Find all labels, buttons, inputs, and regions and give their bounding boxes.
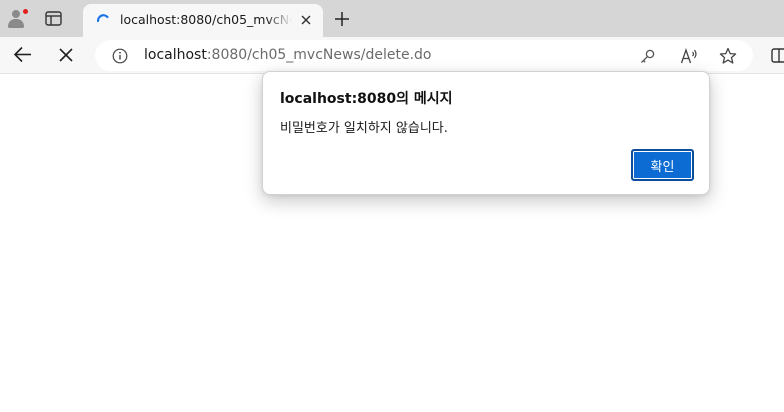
key-icon[interactable]	[639, 48, 656, 65]
new-tab-plus-icon[interactable]	[334, 11, 350, 27]
read-aloud-icon[interactable]	[680, 48, 698, 65]
profile-icon[interactable]	[5, 8, 29, 30]
dialog-title: localhost:8080의 메시지	[280, 91, 453, 107]
tab-strip: localhost:8080/ch05_mvcNews/delete.do	[0, 0, 784, 37]
tab-title: localhost:8080/ch05_mvcNews/delete.do	[120, 12, 292, 27]
close-tab-icon[interactable]	[299, 13, 313, 27]
address-bar[interactable]: localhost:8080/ch05_mvcNews/delete.do	[95, 40, 753, 71]
alert-dialog: localhost:8080의 메시지 비밀번호가 일치하지 않습니다. 확인	[262, 71, 710, 195]
notification-dot	[22, 8, 29, 15]
active-tab[interactable]: localhost:8080/ch05_mvcNews/delete.do	[83, 4, 323, 37]
ok-button[interactable]: 확인	[631, 149, 694, 181]
dialog-message: 비밀번호가 일치하지 않습니다.	[280, 121, 448, 136]
stop-loading-icon[interactable]	[59, 48, 73, 62]
site-info-icon[interactable]	[112, 48, 128, 64]
star-icon[interactable]	[719, 47, 737, 65]
tab-actions-icon[interactable]	[45, 11, 62, 26]
url-path: :8080/ch05_mvcNews/delete.do	[206, 47, 432, 63]
navigation-toolbar: localhost:8080/ch05_mvcNews/delete.do	[0, 37, 784, 74]
split-screen-icon[interactable]	[771, 48, 784, 63]
address-url[interactable]: localhost:8080/ch05_mvcNews/delete.do	[144, 47, 431, 63]
url-host: localhost	[144, 47, 207, 63]
back-arrow-icon[interactable]	[13, 46, 32, 63]
loading-spinner-icon	[95, 12, 111, 28]
